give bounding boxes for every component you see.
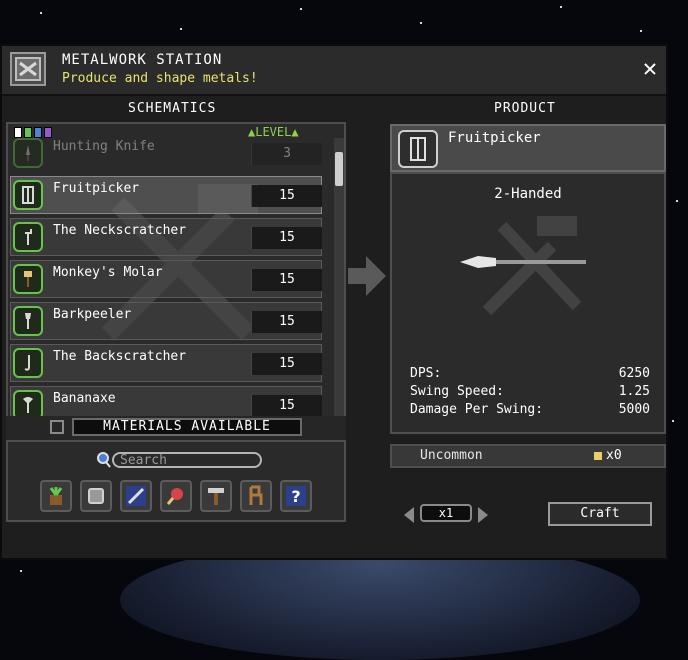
recipe-level: 15 bbox=[251, 311, 322, 333]
knife-icon bbox=[13, 138, 43, 168]
owned-count: x0 bbox=[606, 448, 622, 463]
close-button[interactable]: ✕ bbox=[638, 56, 662, 80]
weapon-handedness: 2-Handed bbox=[494, 186, 562, 202]
recipe-name: Monkey's Molar bbox=[53, 265, 163, 280]
armor-filter-icon[interactable] bbox=[80, 480, 112, 512]
recipe-name: Fruitpicker bbox=[53, 181, 140, 196]
materials-available-bar: MATERIALS AVAILABLE bbox=[6, 416, 346, 440]
schematics-heading: SCHEMATICS bbox=[128, 101, 217, 116]
furniture-filter-icon[interactable] bbox=[240, 480, 272, 512]
materials-available-checkbox[interactable] bbox=[50, 420, 64, 434]
product-heading: PRODUCT bbox=[494, 101, 556, 116]
stat-row-dps: DPS: 6250 bbox=[410, 366, 650, 384]
product-header: Fruitpicker bbox=[390, 124, 666, 172]
recipe-level: 15 bbox=[251, 395, 322, 417]
metalwork-station-icon bbox=[10, 52, 46, 86]
arrow-right-icon bbox=[348, 256, 386, 296]
fruitpicker-weapon-icon bbox=[460, 256, 586, 268]
increase-quantity-icon[interactable] bbox=[476, 506, 490, 524]
craft-button[interactable]: Craft bbox=[548, 502, 652, 526]
stat-row-swing-speed: Swing Speed: 1.25 bbox=[410, 384, 650, 402]
stat-label: DPS: bbox=[410, 366, 442, 381]
recipe-name: Barkpeeler bbox=[53, 307, 132, 322]
category-filters: ? bbox=[40, 480, 312, 512]
recipe-level: 15 bbox=[251, 227, 322, 249]
pixels-icon bbox=[594, 452, 602, 460]
search-input[interactable] bbox=[112, 452, 262, 468]
recipe-level: 3 bbox=[251, 143, 322, 165]
recipe-row[interactable]: Fruitpicker 15 bbox=[10, 176, 322, 214]
recipe-level: 15 bbox=[251, 269, 322, 291]
monkeys-molar-icon bbox=[13, 264, 43, 294]
search-box bbox=[96, 452, 266, 470]
product-details: 2-Handed DPS: 6250 Swing Speed: 1.25 Dam… bbox=[390, 172, 666, 434]
recipe-name: The Backscratcher bbox=[53, 349, 187, 364]
magnifier-icon bbox=[97, 452, 111, 468]
stat-row-damage-per-swing: Damage Per Swing: 5000 bbox=[410, 402, 650, 420]
quantity-value[interactable]: x1 bbox=[420, 504, 472, 522]
recipe-row[interactable]: The Neckscratcher 15 bbox=[10, 218, 322, 256]
stat-value: 6250 bbox=[618, 366, 650, 381]
plant-filter-icon[interactable] bbox=[40, 480, 72, 512]
recipe-row[interactable]: The Backscratcher 15 bbox=[10, 344, 322, 382]
neckscratcher-icon bbox=[13, 222, 43, 252]
recipe-scrollbar-thumb[interactable] bbox=[335, 152, 343, 186]
product-rarity-bar: Uncommon x0 bbox=[390, 444, 666, 468]
product-name: Fruitpicker bbox=[448, 130, 541, 146]
fruitpicker-icon bbox=[398, 130, 438, 168]
window-subtitle: Produce and shape metals! bbox=[62, 71, 258, 86]
recipe-name: The Neckscratcher bbox=[53, 223, 187, 238]
filter-panel: ? bbox=[6, 440, 346, 522]
materials-available-label[interactable]: MATERIALS AVAILABLE bbox=[72, 418, 302, 436]
stat-value: 1.25 bbox=[618, 384, 650, 399]
recipe-level: 15 bbox=[251, 353, 322, 375]
rarity-label: Uncommon bbox=[420, 448, 483, 463]
weapon-filter-icon[interactable] bbox=[120, 480, 152, 512]
recipe-row[interactable]: Monkey's Molar 15 bbox=[10, 260, 322, 298]
recipe-name: Hunting Knife bbox=[53, 139, 155, 154]
stat-label: Swing Speed: bbox=[410, 384, 504, 399]
window-header: METALWORK STATION Produce and shape meta… bbox=[2, 46, 666, 96]
food-filter-icon[interactable] bbox=[160, 480, 192, 512]
decrease-quantity-icon[interactable] bbox=[402, 506, 416, 524]
backscratcher-icon bbox=[13, 348, 43, 378]
recipe-row[interactable]: Barkpeeler 15 bbox=[10, 302, 322, 340]
recipe-row[interactable]: Hunting Knife 3 bbox=[10, 134, 322, 172]
stat-value: 5000 bbox=[618, 402, 650, 417]
fruitpicker-icon bbox=[13, 180, 43, 210]
tools-filter-icon[interactable] bbox=[200, 480, 232, 512]
crafting-window: METALWORK STATION Produce and shape meta… bbox=[0, 44, 668, 560]
misc-filter-icon[interactable]: ? bbox=[280, 480, 312, 512]
recipe-name: Bananaxe bbox=[53, 391, 116, 406]
stat-label: Damage Per Swing: bbox=[410, 402, 544, 417]
svg-text:?: ? bbox=[291, 487, 300, 506]
quantity-stepper: x1 bbox=[402, 504, 490, 526]
weapon-stats: DPS: 6250 Swing Speed: 1.25 Damage Per S… bbox=[410, 366, 650, 420]
window-title: METALWORK STATION bbox=[62, 52, 223, 68]
recipe-level: 15 bbox=[251, 185, 322, 207]
barkpeeler-icon bbox=[13, 306, 43, 336]
schematics-panel: ▲LEVEL▲ Hunting Knife 3 Fruitpicker 15 T… bbox=[6, 122, 346, 436]
